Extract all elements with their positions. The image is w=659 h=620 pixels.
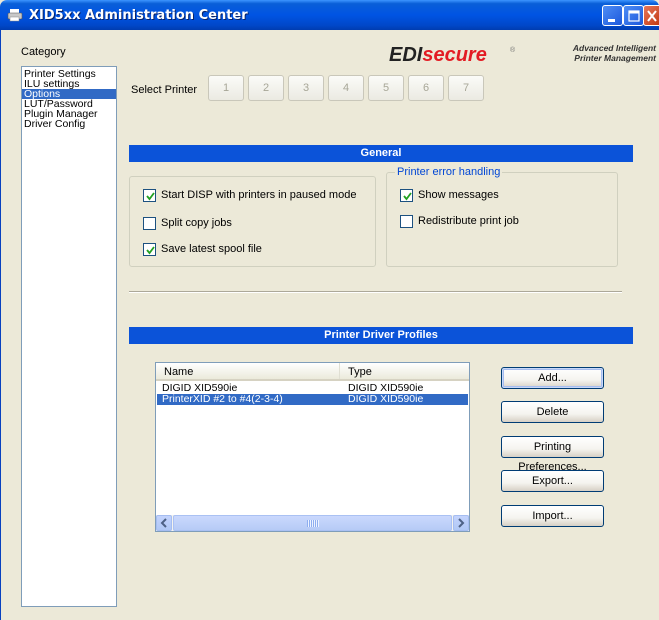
printer-button-2[interactable]: 2	[248, 75, 284, 101]
delete-profile-button[interactable]: Delete	[501, 401, 604, 423]
check-icon	[146, 191, 155, 200]
table-row-selected[interactable]: PrinterXID #2 to #4(2-3-4) DIGID XID590i…	[157, 394, 468, 405]
import-profile-button[interactable]: Import...	[501, 505, 604, 527]
edisecure-logo: EDIsecure ® Advanced Intelligent Printer …	[385, 40, 659, 70]
logo-tagline-line-2: Printer Management	[574, 53, 656, 63]
column-header-name[interactable]: Name	[156, 363, 340, 379]
logo-tagline-line-1: Advanced Intelligent	[572, 43, 656, 53]
checkbox-label: Split copy jobs	[161, 217, 232, 229]
checkbox-save-latest-spool[interactable]: Save latest spool file	[143, 242, 262, 256]
logo-brand: EDIsecure	[389, 44, 487, 67]
profiles-list-header: Name Type	[156, 363, 469, 381]
printer-button-3[interactable]: 3	[288, 75, 324, 101]
checkbox-redistribute-print-job[interactable]: Redistribute print job	[400, 214, 519, 228]
profiles-section-header: Printer Driver Profiles	[129, 327, 633, 344]
checkbox-label: Start DISP with printers in paused mode	[161, 189, 357, 201]
close-icon	[647, 10, 657, 22]
scroll-left-button[interactable]	[156, 515, 172, 531]
check-icon	[146, 245, 155, 254]
checkbox-show-messages[interactable]: Show messages	[400, 188, 499, 202]
logo-brand-edi: EDI	[389, 44, 423, 66]
printer-button-4[interactable]: 4	[328, 75, 364, 101]
row-name: PrinterXID #2 to #4(2-3-4)	[162, 393, 283, 405]
logo-brand-secure: secure	[422, 44, 487, 66]
title-bar[interactable]: XID5xx Administration Center	[0, 0, 659, 30]
checkbox-label: Save latest spool file	[161, 243, 262, 255]
category-item-driver-config[interactable]: Driver Config	[22, 119, 116, 130]
logo-tagline: Advanced Intelligent Printer Management	[573, 43, 656, 63]
category-list[interactable]: Printer Settings ILU settings Options LU…	[21, 66, 117, 607]
add-profile-button[interactable]: Add...	[501, 367, 604, 389]
chevron-left-icon	[160, 518, 167, 528]
window-title: XID5xx Administration Center	[29, 8, 248, 23]
row-type: DIGID XID590ie	[348, 393, 424, 405]
general-section-header: General	[129, 145, 633, 162]
chevron-right-icon	[458, 518, 465, 528]
close-button[interactable]	[643, 5, 659, 26]
column-header-type[interactable]: Type	[340, 363, 469, 379]
export-profile-button[interactable]: Export...	[501, 470, 604, 492]
checkbox-box[interactable]	[400, 188, 413, 202]
maximize-button[interactable]	[623, 5, 644, 26]
checkbox-start-disp-paused[interactable]: Start DISP with printers in paused mode	[143, 188, 356, 202]
printing-preferences-button[interactable]: Printing Preferences...	[501, 436, 604, 473]
profiles-list[interactable]: Name Type DIGID XID590ie DIGID XID590ie …	[155, 362, 470, 532]
minimize-button[interactable]	[602, 5, 623, 26]
scrollbar-grip	[307, 520, 319, 527]
printer-button-6[interactable]: 6	[408, 75, 444, 101]
checkbox-box[interactable]	[400, 214, 413, 228]
checkbox-box[interactable]	[143, 242, 156, 256]
checkbox-split-copy-jobs[interactable]: Split copy jobs	[143, 216, 232, 230]
maximize-icon	[628, 10, 640, 22]
printer-button-5[interactable]: 5	[368, 75, 404, 101]
checkbox-label: Redistribute print job	[418, 215, 519, 227]
checkbox-box[interactable]	[143, 216, 156, 230]
logo-registered-mark: ®	[510, 47, 516, 54]
checkbox-box[interactable]	[143, 188, 156, 202]
minimize-icon	[608, 19, 615, 22]
horizontal-scrollbar[interactable]	[156, 515, 469, 531]
printer-button-7[interactable]: 7	[448, 75, 484, 101]
section-divider	[129, 291, 622, 293]
check-icon	[403, 191, 412, 200]
select-printer-label: Select Printer	[131, 84, 198, 96]
category-label: Category	[21, 46, 66, 58]
printer-error-handling-legend: Printer error handling	[395, 166, 503, 178]
printer-app-icon	[7, 8, 23, 22]
scroll-right-button[interactable]	[453, 515, 469, 531]
scrollbar-thumb[interactable]	[173, 515, 452, 531]
printer-button-1[interactable]: 1	[208, 75, 244, 101]
checkbox-label: Show messages	[418, 189, 499, 201]
